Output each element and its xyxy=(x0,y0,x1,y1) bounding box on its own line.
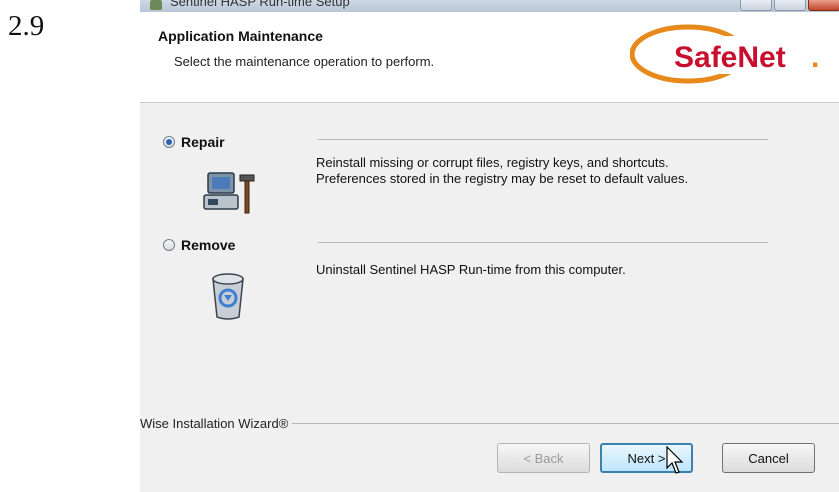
remove-description: Uninstall Sentinel HASP Run-time from th… xyxy=(316,262,626,277)
remove-option[interactable]: Remove xyxy=(163,237,235,253)
wizard-label: Wise Installation Wizard® xyxy=(140,416,293,431)
remove-separator xyxy=(318,242,768,243)
setup-app-icon xyxy=(150,0,162,10)
repair-option[interactable]: Repair xyxy=(163,134,225,150)
window-title: Sentinel HASP Run-time Setup xyxy=(170,0,350,9)
safenet-logo: SafeNet . xyxy=(630,24,820,84)
recycle-bin-icon xyxy=(212,273,244,320)
remove-radio[interactable] xyxy=(163,239,175,251)
options-panel: Repair Reinstall missing or corrupt file… xyxy=(140,103,839,492)
minimize-button[interactable] xyxy=(740,0,772,11)
page-title: Application Maintenance xyxy=(158,28,323,44)
repair-label[interactable]: Repair xyxy=(181,134,225,150)
remove-label[interactable]: Remove xyxy=(181,237,235,253)
repair-tools-icon xyxy=(203,172,255,214)
maximize-button[interactable] xyxy=(774,0,806,11)
repair-radio[interactable] xyxy=(163,136,175,148)
step-number: 2.9 xyxy=(8,10,45,42)
title-bar[interactable]: Sentinel HASP Run-time Setup xyxy=(140,0,839,12)
close-button[interactable] xyxy=(808,0,839,11)
repair-separator xyxy=(318,139,768,140)
logo-text: SafeNet xyxy=(674,41,786,74)
setup-window: Sentinel HASP Run-time Setup Application… xyxy=(140,0,839,492)
logo-dot: . xyxy=(811,41,819,74)
page-subtitle: Select the maintenance operation to perf… xyxy=(174,54,435,69)
repair-description: Reinstall missing or corrupt files, regi… xyxy=(316,155,689,186)
cancel-button[interactable]: Cancel xyxy=(722,443,815,473)
mouse-cursor-icon xyxy=(666,446,684,474)
footer-separator xyxy=(290,423,839,424)
back-button[interactable]: < Back xyxy=(497,443,590,473)
header-panel: Application Maintenance Select the maint… xyxy=(140,12,839,103)
